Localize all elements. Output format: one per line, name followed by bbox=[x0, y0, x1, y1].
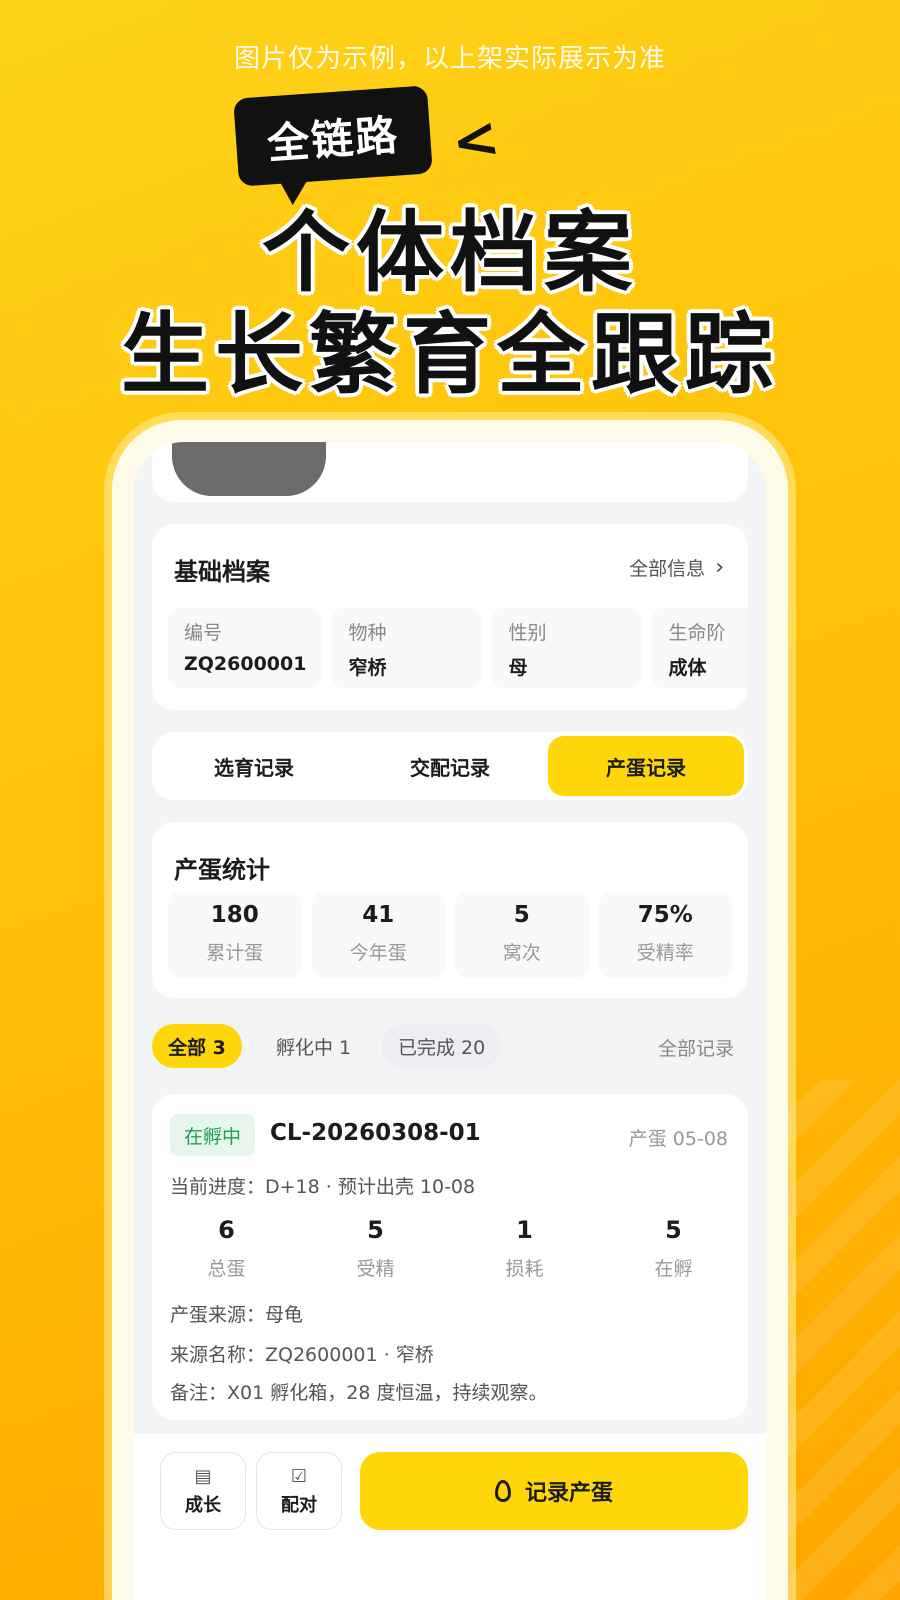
field-value: 成体 bbox=[668, 657, 707, 679]
tag-text: 全链路 bbox=[265, 109, 401, 169]
field-id: 编号 ZQ2600001 bbox=[168, 608, 323, 688]
record-egg-label: 记录产蛋 bbox=[524, 1481, 613, 1506]
record-progress: 当前进度：D+18 · 预计出壳 10-08 bbox=[170, 1176, 476, 1198]
field-value: 母 bbox=[508, 657, 528, 679]
egg-record-card[interactable]: 在孵中 CL-20260308-01 产蛋 05-08 当前进度：D+18 · … bbox=[152, 1094, 748, 1420]
filter-chip-incubating[interactable]: 孵化中 1 bbox=[260, 1024, 367, 1068]
stat-total-eggs: 180 累计蛋 bbox=[168, 892, 302, 978]
field-label: 生命阶 bbox=[668, 622, 726, 644]
count-value: 1 bbox=[516, 1216, 533, 1244]
field-label: 物种 bbox=[348, 622, 387, 644]
count-fertile: 5 受精 bbox=[301, 1216, 450, 1281]
all-info-label: 全部信息 bbox=[629, 558, 706, 580]
basic-profile-title: 基础档案 bbox=[174, 558, 270, 586]
field-species: 物种 窄桥 bbox=[332, 608, 483, 688]
stat-fertility-rate: 75% 受精率 bbox=[598, 892, 732, 978]
app-screen: 基础档案 全部信息 › 编号 ZQ2600001 物种 窄桥 性别 母 生命阶 … bbox=[134, 442, 766, 1600]
pair-button[interactable]: ☑ 配对 bbox=[256, 1452, 342, 1530]
tag-bubble: 全链路 bbox=[233, 85, 433, 187]
chevron-left-icon: < bbox=[446, 104, 505, 177]
egg-stats-card: 产蛋统计 180 累计蛋 41 今年蛋 5 窝次 75% 受精率 bbox=[152, 822, 748, 998]
record-id: CL-20260308-01 bbox=[270, 1120, 481, 1146]
stat-label: 今年蛋 bbox=[349, 942, 407, 964]
egg-stats-title: 产蛋统计 bbox=[174, 856, 270, 884]
record-counts: 6 总蛋 5 受精 1 损耗 5 在孵 bbox=[152, 1216, 748, 1281]
stat-value: 180 bbox=[210, 902, 259, 928]
all-records-link[interactable]: 全部记录 bbox=[658, 1034, 734, 1061]
count-label: 在孵 bbox=[654, 1258, 693, 1280]
clipboard-check-icon: ☑ bbox=[290, 1465, 308, 1487]
filter-chip-all[interactable]: 全部 3 bbox=[152, 1024, 242, 1068]
profile-header-card bbox=[152, 442, 748, 502]
stat-label: 累计蛋 bbox=[206, 942, 264, 964]
count-value: 5 bbox=[367, 1216, 384, 1244]
count-value: 6 bbox=[218, 1216, 235, 1244]
field-label: 编号 bbox=[184, 622, 223, 644]
egg-icon bbox=[494, 1480, 511, 1502]
stat-clutches: 5 窝次 bbox=[455, 892, 589, 978]
record-source: 产蛋来源：母龟 bbox=[170, 1304, 304, 1326]
tab-mating-records[interactable]: 交配记录 bbox=[352, 736, 548, 796]
record-source-name: 来源名称：ZQ2600001 · 窄桥 bbox=[170, 1344, 434, 1366]
bottom-action-bar: ▤ 成长 ☑ 配对 记录产蛋 bbox=[134, 1434, 766, 1600]
tab-egg-records[interactable]: 产蛋记录 bbox=[548, 736, 744, 796]
stat-value: 41 bbox=[362, 902, 395, 928]
stat-value: 75% bbox=[637, 902, 693, 928]
chevron-right-icon: › bbox=[715, 555, 724, 580]
count-value: 5 bbox=[665, 1216, 682, 1244]
growth-button[interactable]: ▤ 成长 bbox=[160, 1452, 246, 1530]
stat-label: 受精率 bbox=[636, 942, 694, 964]
count-loss: 1 损耗 bbox=[450, 1216, 599, 1281]
record-date: 产蛋 05-08 bbox=[628, 1128, 728, 1150]
growth-label: 成长 bbox=[185, 1494, 221, 1516]
profile-fields: 编号 ZQ2600001 物种 窄桥 性别 母 生命阶 成体 bbox=[168, 608, 748, 688]
count-label: 损耗 bbox=[505, 1258, 544, 1280]
stat-year-eggs: 41 今年蛋 bbox=[311, 892, 445, 978]
tab-breeding-records[interactable]: 选育记录 bbox=[156, 736, 352, 796]
count-total: 6 总蛋 bbox=[152, 1216, 301, 1281]
phone-frame: 基础档案 全部信息 › 编号 ZQ2600001 物种 窄桥 性别 母 生命阶 … bbox=[112, 420, 788, 1600]
record-filters: 全部 3 孵化中 1 已完成 20 全部记录 bbox=[152, 1024, 748, 1072]
count-incubating: 5 在孵 bbox=[599, 1216, 748, 1281]
field-label: 性别 bbox=[508, 622, 547, 644]
disclaimer-text: 图片仅为示例，以上架实际展示为准 bbox=[233, 44, 666, 74]
pair-label: 配对 bbox=[281, 1494, 317, 1516]
filter-chip-completed[interactable]: 已完成 20 bbox=[382, 1024, 502, 1068]
status-badge: 在孵中 bbox=[170, 1114, 256, 1156]
stat-label: 窝次 bbox=[502, 942, 541, 964]
field-value: ZQ2600001 bbox=[184, 653, 307, 675]
count-label: 总蛋 bbox=[207, 1258, 246, 1280]
egg-stats-row: 180 累计蛋 41 今年蛋 5 窝次 75% 受精率 bbox=[168, 892, 732, 978]
basic-profile-card: 基础档案 全部信息 › 编号 ZQ2600001 物种 窄桥 性别 母 生命阶 … bbox=[152, 524, 748, 710]
field-value: 窄桥 bbox=[348, 657, 387, 679]
record-tabs: 选育记录 交配记录 产蛋记录 bbox=[152, 732, 748, 800]
record-note: 备注：X01 孵化箱，28 度恒温，持续观察。 bbox=[170, 1382, 548, 1404]
clipboard-icon: ▤ bbox=[194, 1465, 212, 1487]
field-sex: 性别 母 bbox=[492, 608, 643, 688]
field-life-stage: 生命阶 成体 bbox=[652, 608, 748, 688]
count-label: 受精 bbox=[356, 1258, 395, 1280]
stat-value: 5 bbox=[513, 902, 530, 928]
record-egg-button[interactable]: 记录产蛋 bbox=[360, 1452, 748, 1530]
turtle-photo bbox=[172, 442, 326, 496]
headline-secondary: 生长繁育全跟踪 bbox=[120, 303, 779, 406]
all-info-link[interactable]: 全部信息 › bbox=[629, 554, 724, 581]
